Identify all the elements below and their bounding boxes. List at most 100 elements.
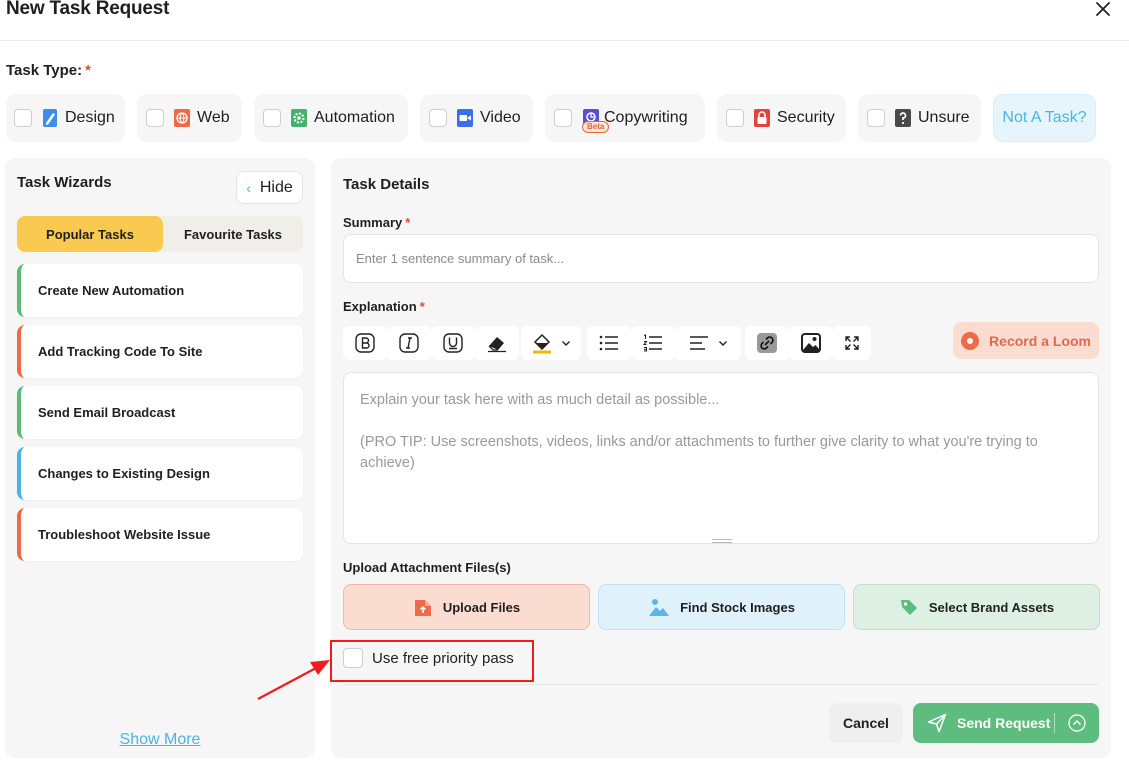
summary-label: Summary *	[343, 215, 410, 230]
numbered-list-button[interactable]	[631, 326, 675, 360]
summary-label-text: Summary	[343, 215, 403, 230]
select-brand-assets-button[interactable]: Select Brand Assets	[853, 584, 1100, 630]
upload-files-button[interactable]: Upload Files	[343, 584, 590, 630]
underline-icon	[443, 333, 463, 353]
fill-color-icon	[533, 333, 551, 354]
task-type-copywriting-label: Copywriting	[604, 109, 688, 126]
task-type-automation-label: Automation	[314, 109, 395, 126]
upload-label: Upload Attachment Files(s)	[343, 560, 511, 575]
not-a-task-button[interactable]: Not A Task?	[993, 94, 1096, 142]
upload-files-label: Upload Files	[442, 599, 521, 615]
stock-image-icon	[649, 599, 670, 616]
task-type-unsure-checkbox[interactable]	[867, 109, 885, 127]
show-more-link[interactable]: Show More	[5, 731, 315, 749]
task-type-video[interactable]: Video	[420, 94, 533, 142]
tab-popular-tasks[interactable]: Popular Tasks	[17, 216, 163, 252]
record-loom-button[interactable]: Record a Loom	[953, 322, 1099, 359]
chevron-down-icon	[718, 341, 727, 346]
highlight-color-dropdown[interactable]	[521, 326, 581, 360]
gear-icon	[291, 109, 307, 127]
chevron-up-circle-icon[interactable]	[1068, 714, 1086, 732]
task-type-security-checkbox[interactable]	[726, 109, 744, 127]
bold-icon	[355, 333, 375, 353]
explanation-editor[interactable]: Explain your task here with as much deta…	[343, 372, 1099, 544]
hide-button[interactable]: ‹ Hide	[236, 171, 303, 204]
select-brand-assets-label: Select Brand Assets	[928, 599, 1055, 615]
task-type-design-checkbox[interactable]	[14, 109, 32, 127]
new-task-dialog: New Task Request Task Type:* Design Web	[0, 0, 1129, 762]
summary-input[interactable]	[343, 234, 1099, 283]
button-separator	[1054, 713, 1055, 733]
wizard-item[interactable]: Changes to Existing Design	[17, 447, 303, 500]
task-type-copywriting[interactable]: Beta Copywriting	[545, 94, 705, 142]
align-left-icon	[689, 336, 708, 350]
send-request-button[interactable]: Send Request	[913, 703, 1099, 743]
link-icon	[757, 333, 777, 353]
italic-button[interactable]	[387, 326, 431, 360]
send-icon	[927, 713, 947, 733]
task-type-automation[interactable]: Automation	[254, 94, 408, 142]
image-button[interactable]	[789, 326, 833, 360]
task-type-security[interactable]: Security	[717, 94, 846, 142]
task-type-label: Task Type: *	[6, 62, 91, 79]
question-icon	[895, 109, 911, 127]
image-icon	[801, 333, 821, 353]
globe-icon	[174, 109, 190, 127]
copywriting-icon-wrap: Beta	[582, 107, 610, 133]
underline-button[interactable]	[431, 326, 475, 360]
task-type-security-label: Security	[777, 109, 835, 126]
clear-format-button[interactable]	[475, 326, 519, 360]
hide-button-label: Hide	[259, 178, 293, 196]
bullet-list-icon	[599, 335, 618, 351]
wizard-item[interactable]: Send Email Broadcast	[17, 386, 303, 439]
bullet-list-button[interactable]	[587, 326, 631, 360]
dialog-title: New Task Request	[6, 0, 170, 19]
annotation-highlight-box	[330, 640, 534, 682]
required-mark: *	[85, 62, 91, 79]
italic-icon	[399, 333, 419, 353]
find-stock-images-label: Find Stock Images	[680, 599, 795, 615]
tag-icon	[900, 600, 917, 615]
wizard-item[interactable]: Troubleshoot Website Issue	[17, 508, 303, 561]
fullscreen-button[interactable]	[833, 326, 871, 360]
file-upload-icon	[414, 600, 431, 616]
pencil-icon	[43, 109, 57, 127]
eraser-icon	[488, 337, 506, 353]
annotation-arrow	[257, 660, 330, 700]
wizard-item[interactable]: Create New Automation	[17, 264, 303, 317]
task-type-video-checkbox[interactable]	[429, 109, 447, 127]
required-mark: *	[405, 215, 411, 230]
task-type-unsure[interactable]: Unsure	[858, 94, 981, 142]
tab-favourite-tasks[interactable]: Favourite Tasks	[163, 216, 303, 252]
beta-badge: Beta	[582, 121, 610, 133]
task-wizards-title: Task Wizards	[17, 174, 112, 191]
task-type-web-checkbox[interactable]	[146, 109, 164, 127]
bold-button[interactable]	[343, 326, 387, 360]
task-type-unsure-label: Unsure	[918, 109, 970, 126]
task-type-automation-checkbox[interactable]	[263, 109, 281, 127]
close-icon[interactable]	[1094, 0, 1112, 18]
expand-icon	[845, 336, 859, 350]
resize-handle[interactable]	[712, 539, 732, 543]
task-type-copywriting-checkbox[interactable]	[554, 109, 572, 127]
chevron-down-icon	[562, 341, 570, 346]
task-type-label-text: Task Type:	[6, 62, 83, 79]
wizard-item[interactable]: Add Tracking Code To Site	[17, 325, 303, 378]
numbered-list-icon	[643, 334, 662, 352]
task-type-web[interactable]: Web	[137, 94, 242, 142]
find-stock-images-button[interactable]: Find Stock Images	[598, 584, 845, 630]
dialog-header: New Task Request	[0, 0, 1129, 41]
task-type-design-label: Design	[65, 109, 115, 126]
cancel-button[interactable]: Cancel	[829, 703, 903, 743]
link-button[interactable]	[745, 326, 789, 360]
record-loom-label: Record a Loom	[989, 332, 1091, 349]
task-details-title: Task Details	[343, 176, 430, 193]
task-type-design[interactable]: Design	[6, 94, 125, 142]
task-type-web-label: Web	[197, 109, 230, 126]
send-request-label: Send Request	[957, 715, 1051, 731]
wizard-tabs: Popular Tasks Favourite Tasks	[17, 216, 303, 252]
divider	[343, 684, 1099, 685]
video-camera-icon	[457, 109, 473, 127]
explanation-label-text: Explanation	[343, 299, 417, 314]
align-dropdown[interactable]	[675, 326, 741, 360]
